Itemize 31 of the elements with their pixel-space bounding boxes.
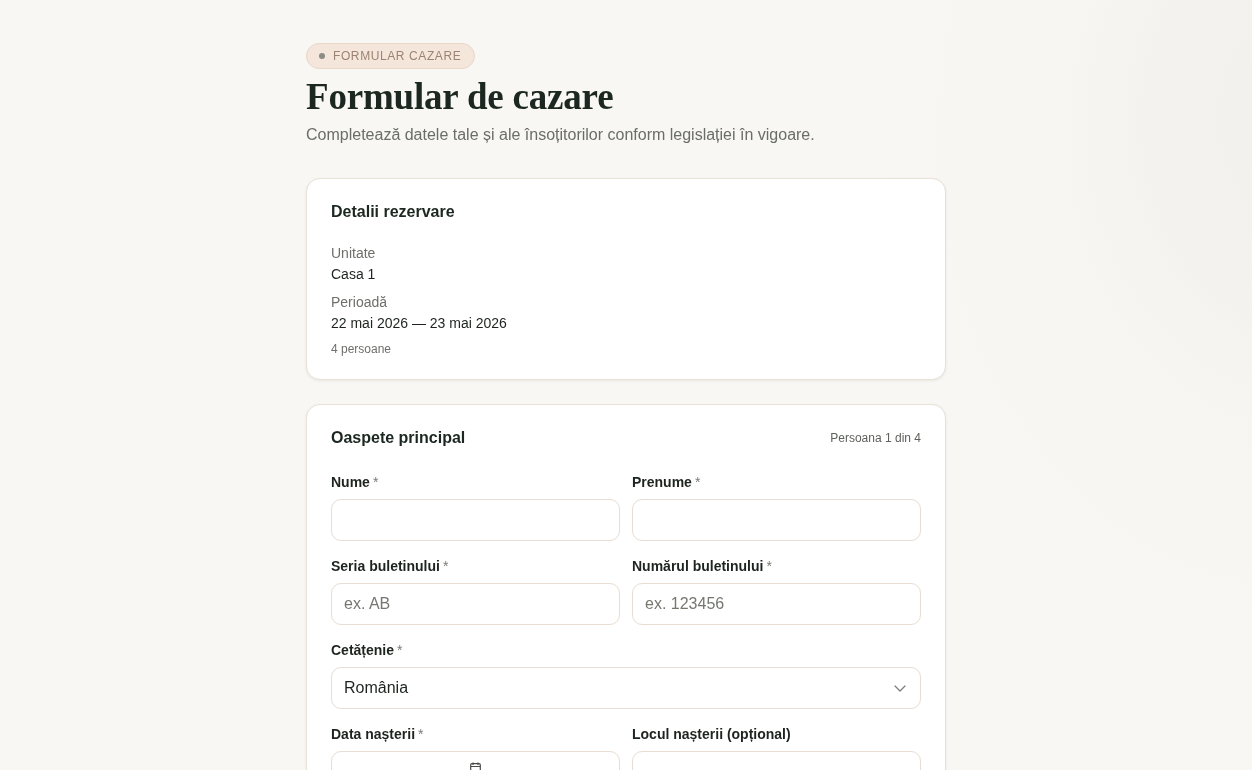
required-mark: * <box>372 473 379 492</box>
field-label: Nume <box>331 473 370 492</box>
required-mark: * <box>694 473 701 492</box>
required-mark: * <box>397 641 403 660</box>
required-mark: * <box>442 557 449 576</box>
field-label: Locul nașterii (opțional) <box>632 725 791 744</box>
field-label: Seria buletinului <box>331 557 440 576</box>
person-counter: Persoana 1 din 4 <box>830 430 921 447</box>
dot-icon <box>319 53 325 59</box>
field-label: Cetățenie <box>331 641 395 660</box>
chevron-down-icon <box>894 684 906 692</box>
detail-value: Casa 1 <box>331 265 377 284</box>
guest-count: 4 persoane <box>331 341 393 357</box>
card-title: Oaspete principal <box>331 428 466 448</box>
input-field[interactable]: ex. AB <box>331 583 620 625</box>
page-subtitle: Completează datele tale și ale însoțitorilor conform legislației în vigoare. <box>306 125 816 145</box>
field-label: Prenume <box>632 473 692 492</box>
field-label: Data nașterii <box>331 725 416 744</box>
detail-label: Unitate <box>331 244 377 263</box>
section-tag-text: FORMULAR CAZARE <box>333 50 462 62</box>
select-field[interactable]: România <box>331 667 921 709</box>
field-label: Numărul buletinului <box>632 557 764 576</box>
card-title: Detalii rezervare <box>331 202 456 222</box>
page-title: Formular de cazare <box>306 76 615 118</box>
detail-label: Perioadă <box>331 293 389 312</box>
input-field[interactable] <box>632 499 921 541</box>
required-mark: * <box>766 557 772 576</box>
input-field[interactable] <box>331 499 620 541</box>
input-field[interactable]: ex. 123456 <box>632 583 921 625</box>
required-mark: * <box>418 725 424 744</box>
detail-value: 22 mai 2026 — 23 mai 2026 <box>331 314 508 333</box>
